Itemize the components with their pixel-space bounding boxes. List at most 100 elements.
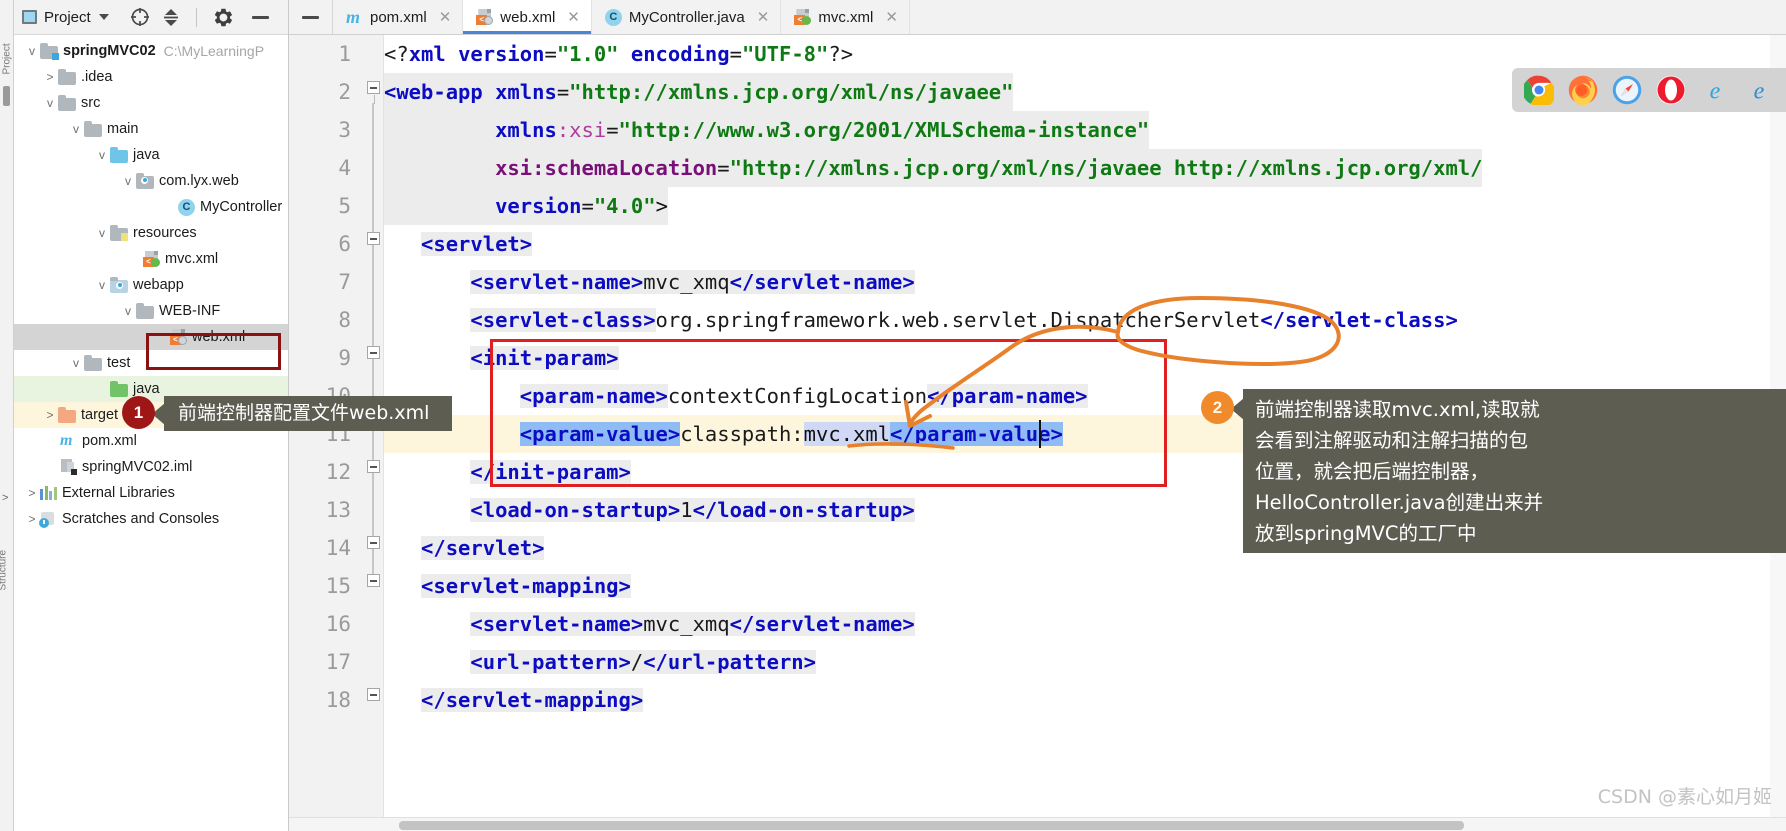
code-line-9: <init-param> xyxy=(470,346,619,370)
tree-node-external-libraries[interactable]: > External Libraries xyxy=(14,480,288,506)
side-strip-label-project[interactable]: Project xyxy=(2,25,13,74)
code-line-2: <web-app xmlns="http://xmlns.jcp.org/xml… xyxy=(384,73,1014,111)
chevron-expanded-icon[interactable]: v xyxy=(42,96,58,110)
tree-spacer: . xyxy=(94,382,110,396)
tree-spacer: . xyxy=(127,252,143,266)
tree-node-java-main[interactable]: v java xyxy=(14,142,288,168)
fold-marker-servlet[interactable] xyxy=(367,232,380,245)
fold-marker-servlet-mapping[interactable] xyxy=(367,574,380,587)
excluded-folder-icon xyxy=(58,406,76,423)
tree-node-web-xml[interactable]: . < web.xml xyxy=(14,324,288,350)
watermark: CSDN @素心如月姬 xyxy=(1597,786,1772,808)
package-folder-icon xyxy=(136,172,154,189)
scrollbar-thumb[interactable] xyxy=(399,821,1464,830)
edge-icon[interactable]: e xyxy=(1744,75,1774,105)
tree-node-label: resources xyxy=(133,225,197,241)
chevron-expanded-icon[interactable]: v xyxy=(120,174,136,188)
tree-node-mvc-xml[interactable]: . < mvc.xml xyxy=(14,246,288,272)
scrollbar-thumb[interactable] xyxy=(3,86,10,106)
fold-marker-servlet-mapping-end[interactable] xyxy=(367,688,380,701)
chevron-down-icon[interactable] xyxy=(98,14,109,20)
chevron-expanded-icon[interactable]: v xyxy=(94,226,110,240)
chevron-expanded-icon[interactable]: v xyxy=(120,304,136,318)
tree-node-resources[interactable]: v resources xyxy=(14,220,288,246)
tree-node-package-comlyxweb[interactable]: v com.lyx.web xyxy=(14,168,288,194)
tree-node-webapp[interactable]: v webapp xyxy=(14,272,288,298)
close-icon[interactable]: ✕ xyxy=(757,8,770,26)
collapse-all-icon[interactable] xyxy=(162,7,180,27)
project-view-icon xyxy=(22,10,37,24)
locate-icon[interactable] xyxy=(130,7,150,27)
tab-label: MyController.java xyxy=(628,8,745,26)
tab-mvc-xml[interactable]: < mvc.xml ✕ xyxy=(781,0,910,34)
tab-mycontroller-java[interactable]: C MyController.java ✕ xyxy=(592,0,782,34)
svg-text:e: e xyxy=(1710,78,1721,104)
close-icon[interactable]: ✕ xyxy=(567,8,580,26)
tree-node-idea[interactable]: > .idea xyxy=(14,64,288,90)
fold-marker-init-param[interactable] xyxy=(367,346,380,359)
internet-explorer-icon[interactable]: e xyxy=(1700,75,1730,105)
folder-icon xyxy=(136,302,154,319)
line-number: 5 xyxy=(338,194,351,218)
tree-node-src[interactable]: v src xyxy=(14,90,288,116)
tree-node-label: .idea xyxy=(81,69,113,85)
tree-node-label: webapp xyxy=(133,277,184,293)
chevron-collapsed-icon[interactable]: > xyxy=(24,486,40,500)
close-icon[interactable]: ✕ xyxy=(885,8,898,26)
editor-horizontal-scrollbar[interactable] xyxy=(289,817,1786,831)
tree-node-test[interactable]: v test xyxy=(14,350,288,376)
hide-editor-tabs-icon[interactable] xyxy=(302,15,319,19)
tree-node-iml[interactable]: springMVC02.iml xyxy=(14,454,288,480)
chevron-collapsed-icon[interactable]: > xyxy=(42,70,58,84)
web-folder-icon xyxy=(110,276,128,293)
svg-text:e: e xyxy=(1754,78,1765,104)
chevron-expanded-icon[interactable]: v xyxy=(94,148,110,162)
tree-node-springmvc02[interactable]: v springMVC02 C:\MyLearningP xyxy=(14,38,288,64)
fold-marker-webapp[interactable] xyxy=(367,81,380,104)
tab-web-xml[interactable]: < web.xml ✕ xyxy=(463,0,592,34)
fold-marker-servlet-end[interactable] xyxy=(367,536,380,549)
hide-panel-icon[interactable] xyxy=(251,15,269,19)
tab-pom-xml[interactable]: m pom.xml ✕ xyxy=(333,0,464,34)
chevron-expanded-icon[interactable]: v xyxy=(24,44,40,58)
chevron-collapsed-icon[interactable]: > xyxy=(24,512,40,526)
line-number: 12 xyxy=(325,460,351,484)
close-icon[interactable]: ✕ xyxy=(439,8,452,26)
tree-node-pom-xml[interactable]: m pom.xml xyxy=(14,428,288,454)
tree-node-label: java xyxy=(133,381,160,397)
settings-gear-icon[interactable] xyxy=(213,7,234,28)
code-folding-strip[interactable] xyxy=(361,35,384,831)
tree-node-main[interactable]: v main xyxy=(14,116,288,142)
fold-marker-init-param-end[interactable] xyxy=(367,460,380,473)
tree-spacer: . xyxy=(154,330,170,344)
safari-icon[interactable] xyxy=(1612,75,1642,105)
code-line-13: <load-on-startup>1</load-on-startup> xyxy=(470,498,915,522)
line-number-gutter: 1 2 3 4 5 6 7 8 9 10 11 12 13 14 15 16 1… xyxy=(289,35,361,831)
opera-icon[interactable] xyxy=(1656,75,1686,105)
line-number: 2 xyxy=(338,80,351,104)
folder-icon xyxy=(84,354,102,371)
libraries-icon xyxy=(40,486,57,500)
maven-pom-icon: m xyxy=(346,7,361,27)
chevron-expanded-icon[interactable]: v xyxy=(94,278,110,292)
chevron-expanded-icon[interactable]: v xyxy=(68,122,84,136)
chrome-icon[interactable] xyxy=(1522,75,1556,108)
side-strip-label-structure[interactable]: Structure xyxy=(0,541,9,591)
tree-node-mycontroller[interactable]: . C MyController xyxy=(14,194,288,220)
line-number: 7 xyxy=(338,270,351,294)
open-in-browser-strip[interactable]: e e xyxy=(1512,68,1786,112)
tree-node-web-inf[interactable]: v WEB-INF xyxy=(14,298,288,324)
project-tree[interactable]: v springMVC02 C:\MyLearningP > .idea v s… xyxy=(14,35,288,532)
chevron-expanded-icon[interactable]: v xyxy=(68,356,84,370)
tree-node-scratches-and-consoles[interactable]: > Scratches and Consoles xyxy=(14,506,288,532)
resource-folder-icon xyxy=(110,224,128,241)
tree-node-label: target xyxy=(81,407,119,423)
web-xml-file-icon: < xyxy=(170,329,187,345)
chevron-collapsed-icon[interactable]: > xyxy=(42,408,58,422)
line-number: 14 xyxy=(325,536,351,560)
code-line-15: <servlet-mapping> xyxy=(421,574,631,598)
maven-pom-icon: m xyxy=(60,432,73,449)
firefox-icon[interactable] xyxy=(1568,75,1598,106)
tool-window-left-strip: Project Structure > xyxy=(0,0,14,831)
callout-2-line-1: 前端控制器读取mvc.xml,读取就 xyxy=(1255,398,1540,421)
